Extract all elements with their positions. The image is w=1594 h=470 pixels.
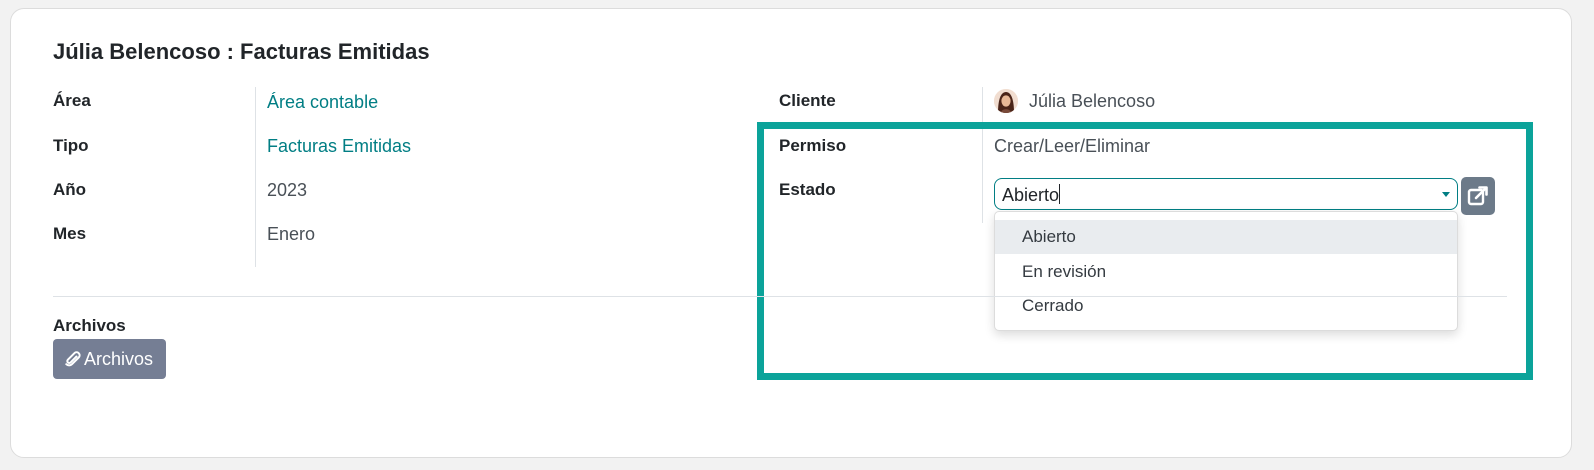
field-value-mes: Enero — [267, 224, 316, 244]
field-value-tipo-link[interactable]: Facturas Emitidas — [267, 136, 411, 157]
page-title: Júlia Belencoso : Facturas Emitidas — [53, 39, 430, 64]
right-column-divider — [982, 87, 983, 223]
left-column-divider — [255, 87, 256, 267]
field-label-mes: Mes — [53, 224, 87, 243]
dropdown-option-abierto[interactable]: Abierto — [995, 220, 1457, 254]
field-label-anio: Año — [53, 180, 87, 199]
dropdown-option-en-revision[interactable]: En revisión — [995, 255, 1457, 289]
estado-dropdown-menu: Abierto En revisión Cerrado — [994, 211, 1458, 331]
avatar — [994, 89, 1018, 113]
archivos-button[interactable]: Archivos — [53, 339, 167, 379]
estado-select-input[interactable]: Abierto — [994, 178, 1458, 210]
form-sheet: Júlia Belencoso : Facturas Emitidas Área… — [10, 8, 1572, 458]
field-value-anio: 2023 — [267, 180, 308, 200]
dropdown-option-cerrado[interactable]: Cerrado — [995, 289, 1457, 323]
field-label-cliente: Cliente — [779, 91, 836, 110]
section-divider — [53, 296, 1507, 297]
field-value-cliente[interactable]: Júlia Belencoso — [1029, 91, 1155, 112]
archivos-button-label: Archivos — [84, 349, 154, 369]
field-label-tipo: Tipo — [53, 136, 89, 155]
chevron-down-icon[interactable] — [1442, 192, 1450, 197]
field-label-permiso: Permiso — [779, 136, 847, 155]
field-value-permiso: Crear/Leer/Eliminar — [994, 136, 1151, 156]
text-cursor — [1059, 184, 1061, 204]
external-link-button[interactable] — [1461, 177, 1495, 215]
field-label-archivos: Archivos — [53, 316, 126, 335]
field-value-area-link[interactable]: Área contable — [267, 92, 378, 113]
paperclip-icon — [65, 351, 81, 367]
field-label-area: Área — [53, 91, 91, 110]
field-label-estado: Estado — [779, 180, 836, 199]
estado-select-value: Abierto — [1002, 184, 1061, 205]
external-link-icon — [1467, 186, 1488, 206]
